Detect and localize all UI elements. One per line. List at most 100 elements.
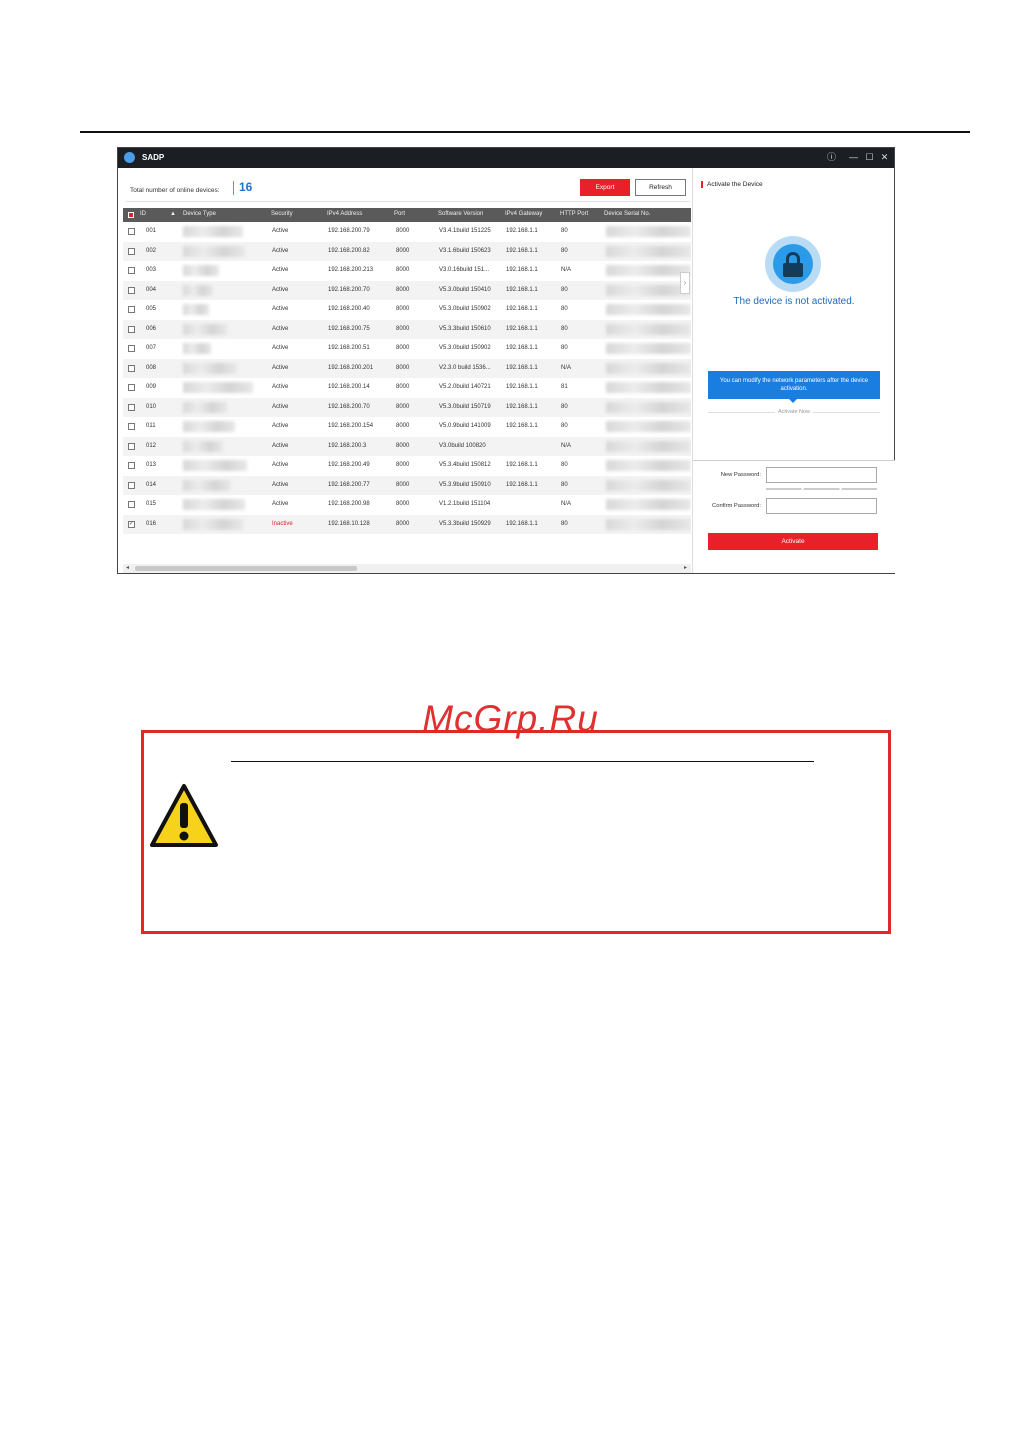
table-row[interactable]: 003 Active 192.168.200.213 8000 V3.0.16build… xyxy=(123,261,691,281)
cell-serial-redacted xyxy=(606,304,691,315)
row-checkbox[interactable] xyxy=(128,267,135,274)
cell-http-port: 80 xyxy=(561,228,568,234)
table-row[interactable]: 013 Active 192.168.200.49 8000 V5.3.4build 1… xyxy=(123,456,691,476)
row-checkbox[interactable] xyxy=(128,325,135,333)
cell-http-port: 80 xyxy=(561,286,568,293)
row-checkbox[interactable] xyxy=(128,286,135,294)
cell-http-port: N/A xyxy=(561,267,572,273)
cell-ipv4-gateway: 192.168.1.1 xyxy=(506,403,538,410)
cell-security: Active xyxy=(272,481,289,488)
col-ipv4-address[interactable]: IPv4 Address xyxy=(327,211,362,217)
row-checkbox[interactable] xyxy=(128,462,135,469)
cell-device-type-redacted xyxy=(183,421,235,432)
cell-serial-redacted xyxy=(606,323,691,335)
cell-serial-redacted xyxy=(606,245,691,257)
cell-device-type-redacted xyxy=(183,265,219,276)
table-row[interactable]: 005 Active 192.168.200.40 8000 V5.3.0build 1… xyxy=(123,300,691,320)
scroll-right-icon[interactable]: ▸ xyxy=(684,564,687,571)
cell-id: 012 xyxy=(146,442,157,449)
col-ipv4-gateway[interactable]: IPv4 Gateway xyxy=(505,211,542,217)
cell-security: Active xyxy=(272,325,289,332)
new-password-field[interactable] xyxy=(766,467,877,483)
row-checkbox[interactable] xyxy=(128,501,135,508)
cell-software-version: V1.2.1build 151104 xyxy=(439,501,491,507)
export-button[interactable]: Export xyxy=(580,179,630,196)
cell-ipv4-gateway: 192.168.1.1 xyxy=(506,384,538,390)
table-row[interactable]: 004 Active 192.168.200.70 8000 V5.3.0build 1… xyxy=(123,280,691,300)
cell-device-type-redacted xyxy=(183,401,227,413)
horizontal-scrollbar[interactable]: ◂ ▸ xyxy=(123,564,691,573)
row-checkbox[interactable] xyxy=(128,481,135,489)
cell-port: 8000 xyxy=(396,306,410,312)
cell-port: 8000 xyxy=(396,267,410,273)
col-http-port[interactable]: HTTP Port xyxy=(560,211,588,217)
scroll-left-icon[interactable]: ◂ xyxy=(126,564,129,571)
cell-security: Active xyxy=(272,267,289,273)
refresh-button[interactable]: Refresh xyxy=(635,179,686,196)
cell-http-port: 80 xyxy=(561,403,568,410)
cell-ipv4-gateway: 192.168.1.1 xyxy=(506,267,538,273)
maximize-button[interactable]: ☐ xyxy=(863,151,876,164)
row-checkbox[interactable] xyxy=(128,345,135,352)
col-serial-no[interactable]: Device Serial No. xyxy=(604,211,650,217)
table-row[interactable]: 008 Active 192.168.200.201 8000 V2.3.0 build… xyxy=(123,358,691,378)
table-row[interactable]: 012 Active 192.168.200.3 8000 V3.0build 1008… xyxy=(123,436,691,456)
online-devices-count: 16 xyxy=(239,180,253,194)
row-checkbox[interactable] xyxy=(128,442,135,450)
row-checkbox[interactable] xyxy=(128,403,135,411)
cell-port: 8000 xyxy=(396,247,410,254)
table-row[interactable]: 014 Active 192.168.200.77 8000 V5.3.9build 1… xyxy=(123,475,691,495)
cell-software-version: V5.3.0build 150902 xyxy=(439,306,491,312)
row-checkbox[interactable] xyxy=(128,423,135,430)
select-all-checkbox[interactable] xyxy=(128,212,134,218)
table-row[interactable]: 007 Active 192.168.200.51 8000 V5.3.0build 1… xyxy=(123,339,691,359)
cell-serial-redacted xyxy=(606,479,691,491)
page-top-rule xyxy=(80,131,970,133)
col-port[interactable]: Port xyxy=(394,211,405,217)
confirm-password-field[interactable] xyxy=(766,498,877,514)
cell-device-type-redacted xyxy=(183,284,213,296)
col-security[interactable]: Security xyxy=(271,211,293,217)
cell-port: 8000 xyxy=(396,364,410,371)
table-row[interactable]: 006 Active 192.168.200.75 8000 V5.3.3build 1… xyxy=(123,319,691,339)
scroll-thumb[interactable] xyxy=(135,566,357,571)
cell-serial-redacted xyxy=(606,518,691,530)
table-row[interactable]: ✓ 016 Inactive 192.168.10.128 8000 V5.3.3buil… xyxy=(123,514,691,534)
cell-device-type-redacted xyxy=(183,304,209,315)
info-icon[interactable]: ⓘ xyxy=(825,151,838,164)
cell-port: 8000 xyxy=(396,228,410,234)
row-checkbox[interactable] xyxy=(128,228,135,235)
activate-button[interactable]: Activate xyxy=(708,533,878,550)
cell-http-port: 80 xyxy=(561,247,568,254)
table-row[interactable]: 010 Active 192.168.200.70 8000 V5.3.0build 1… xyxy=(123,397,691,417)
activate-now-link[interactable]: Activate Now xyxy=(693,409,895,415)
table-row[interactable]: 009 Active 192.168.200.14 8000 V5.2.0build 1… xyxy=(123,378,691,398)
col-id[interactable]: ID xyxy=(140,211,146,217)
cell-device-type-redacted xyxy=(183,323,227,335)
minimize-button[interactable]: — xyxy=(847,151,860,164)
cell-port: 8000 xyxy=(396,423,410,429)
table-row[interactable]: 011 Active 192.168.200.154 8000 V5.0.9build … xyxy=(123,417,691,437)
online-devices-label: Total number of online devices: xyxy=(130,187,220,194)
row-checkbox[interactable]: ✓ xyxy=(128,520,135,528)
table-row[interactable]: 015 Active 192.168.200.98 8000 V1.2.1build 1… xyxy=(123,495,691,515)
cell-security: Active xyxy=(272,442,289,449)
activation-status: The device is not activated. xyxy=(733,296,855,307)
cell-ipv4-gateway: 192.168.1.1 xyxy=(506,520,538,527)
cell-software-version: V5.3.9build 150910 xyxy=(439,481,491,488)
device-summary: Total number of online devices: 16 Expor… xyxy=(126,174,690,202)
panel-collapse-toggle[interactable]: › xyxy=(680,272,690,294)
cell-port: 8000 xyxy=(396,481,410,488)
row-checkbox[interactable] xyxy=(128,384,135,391)
close-button[interactable]: ✕ xyxy=(878,151,891,164)
row-checkbox[interactable] xyxy=(128,364,135,372)
cell-ipv4-gateway: 192.168.1.1 xyxy=(506,325,538,332)
table-row[interactable]: 001 Active 192.168.200.79 8000 V3.4.1build 1… xyxy=(123,222,691,242)
cell-id: 001 xyxy=(146,228,157,234)
col-device-type[interactable]: Device Type xyxy=(183,211,216,217)
table-row[interactable]: 002 Active 192.168.200.82 8000 V3.1.6build 1… xyxy=(123,241,691,261)
col-software-version[interactable]: Software Version xyxy=(438,211,483,217)
cell-http-port: 80 xyxy=(561,520,568,527)
row-checkbox[interactable] xyxy=(128,306,135,313)
row-checkbox[interactable] xyxy=(128,247,135,255)
